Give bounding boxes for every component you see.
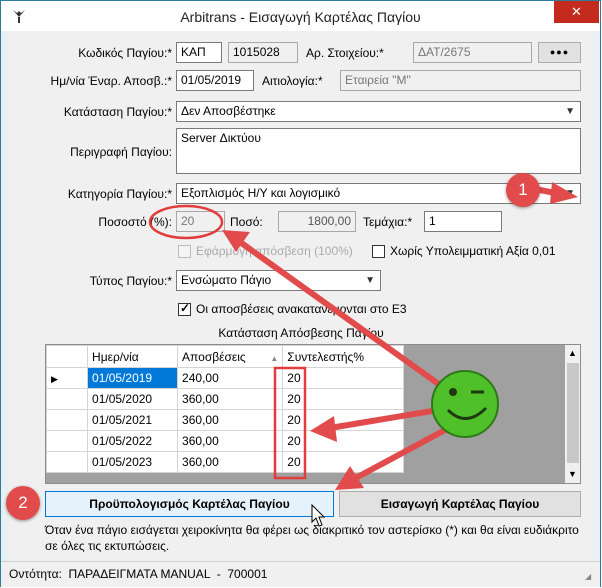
ellipsis-icon: ●●● <box>549 47 570 57</box>
code-label: Κωδικός Παγίου:* <box>78 46 172 60</box>
percent-label: Ποσοστό (%): <box>98 215 172 229</box>
percent-field[interactable]: 20 <box>176 211 225 232</box>
col-date-header[interactable]: Ημερ/νία <box>87 345 179 368</box>
chevron-down-icon: ▼ <box>365 275 375 286</box>
table-row[interactable]: 01/05/2022 360,00 20 <box>46 430 404 452</box>
pieces-label: Τεμάχια:* <box>363 215 413 229</box>
scroll-up-icon[interactable]: ▲ <box>568 348 577 358</box>
desc-label: Περιγραφή Παγίου: <box>70 145 172 159</box>
callout-badge-1: 1 <box>506 173 540 207</box>
no-residual-label: Χωρίς Υπολειμματική Αξία 0,01 <box>390 244 556 258</box>
table-row[interactable]: 01/05/2021 360,00 20 <box>46 409 404 431</box>
item-no-field[interactable]: ΔΑΤ/2675 <box>413 42 532 63</box>
scroll-thumb[interactable] <box>567 363 579 463</box>
cell-rate[interactable]: 20 <box>282 409 404 431</box>
cell-rate[interactable]: 20 <box>282 388 404 410</box>
cell-amount[interactable]: 360,00 <box>177 430 284 452</box>
table-row[interactable]: 01/05/2023 360,00 20 <box>46 451 404 473</box>
cell-date[interactable]: 01/05/2021 <box>87 409 179 431</box>
status-label: Κατάσταση Παγίου:* <box>63 105 172 119</box>
category-label: Κατηγορία Παγίου:* <box>67 187 172 201</box>
amount-label: Ποσό: <box>230 215 263 229</box>
date-label: Ημ/νία Έναρ. Αποσβ.:* <box>50 74 172 88</box>
reason-label: Αιτιολογία:* <box>262 74 323 88</box>
reason-field[interactable]: Εταιρεία "Μ" <box>340 70 581 91</box>
manual-entry-note: Όταν ένα πάγιο εισάγεται χειροκίνητα θα … <box>45 523 579 553</box>
date-field[interactable]: 01/05/2019 <box>176 70 254 91</box>
col-amount-header[interactable]: Αποσβέσεις ▲ <box>177 345 284 368</box>
table-row[interactable]: ▶ 01/05/2019 240,00 20 <box>46 367 404 389</box>
cell-date[interactable]: 01/05/2019 <box>87 367 179 389</box>
status-select[interactable]: Δεν Αποσβέστηκε ▼ <box>176 101 581 122</box>
cell-date[interactable]: 01/05/2020 <box>87 388 179 410</box>
vertical-scrollbar[interactable]: ▲ ▼ <box>565 345 580 483</box>
type-label: Τύπος Παγίου:* <box>89 274 172 288</box>
current-row-indicator-icon: ▶ <box>51 374 58 384</box>
desc-field[interactable]: Server Δικτύου <box>176 128 581 174</box>
status-bar: Οντότητα: ΠΑΡΑΔΕΙΓΜΑΤΑ MANUAL - 700001 ◢ <box>1 561 600 587</box>
cell-amount[interactable]: 360,00 <box>177 388 284 410</box>
item-no-label: Αρ. Στοιχείου:* <box>306 46 384 60</box>
no-residual-checkbox[interactable] <box>372 245 385 258</box>
col-rate-header[interactable]: Συντελεστής% <box>282 345 404 368</box>
code-prefix-field[interactable]: ΚΑΠ <box>176 42 222 63</box>
window-title: Arbitrans - Εισαγωγή Καρτέλας Παγίου <box>180 9 421 25</box>
chevron-down-icon: ▼ <box>565 106 575 117</box>
cell-date[interactable]: 01/05/2023 <box>87 451 179 473</box>
cell-rate[interactable]: 20 <box>282 451 404 473</box>
title-bar: Arbitrans - Εισαγωγή Καρτέλας Παγίου ✕ <box>1 1 600 31</box>
cell-amount[interactable]: 240,00 <box>177 367 284 389</box>
cell-date[interactable]: 01/05/2022 <box>87 430 179 452</box>
e3-checkbox[interactable] <box>178 301 191 316</box>
grid-header-row: Ημερ/νία Αποσβέσεις ▲ Συντελεστής% <box>46 345 404 368</box>
depreciation-grid: Ημερ/νία Αποσβέσεις ▲ Συντελεστής% ▶ 01/… <box>45 344 581 484</box>
resize-grip-icon[interactable]: ◢ <box>585 572 591 581</box>
insert-button[interactable]: Εισαγωγή Καρτέλας Παγίου <box>339 491 581 517</box>
table-row[interactable]: 01/05/2020 360,00 20 <box>46 388 404 410</box>
status-value: Δεν Αποσβέστηκε <box>181 104 276 118</box>
close-button[interactable]: ✕ <box>554 1 599 23</box>
grid-caption: Κατάσταση Απόσβεσης Παγίου <box>218 326 384 340</box>
apply-depr-checkbox[interactable] <box>178 245 191 258</box>
callout-badge-2: 2 <box>6 486 40 520</box>
pieces-field[interactable]: 1 <box>424 211 502 232</box>
budget-button[interactable]: Προϋπολογισμός Καρτέλας Παγίου <box>45 491 334 517</box>
type-value: Ενσώματο Πάγιο <box>181 273 272 287</box>
amount-field[interactable]: 1800,00 <box>278 211 356 232</box>
scroll-down-icon[interactable]: ▼ <box>568 469 577 479</box>
chevron-down-icon: ▼ <box>565 188 575 199</box>
apply-depr-label: Εφάρμογή απόσβεση (100%) <box>196 244 353 258</box>
status-text: Οντότητα: ΠΑΡΑΔΕΙΓΜΑΤΑ MANUAL - 700001 <box>9 567 268 581</box>
sort-ascending-icon: ▲ <box>270 353 279 363</box>
type-select[interactable]: Ενσώματο Πάγιο ▼ <box>176 270 381 291</box>
cell-rate[interactable]: 20 <box>282 367 404 389</box>
cell-amount[interactable]: 360,00 <box>177 409 284 431</box>
close-icon: ✕ <box>571 4 582 19</box>
code-number-field[interactable]: 1015028 <box>228 42 298 63</box>
cell-rate[interactable]: 20 <box>282 430 404 452</box>
category-value: Εξοπλισμός Η/Υ και λογισμικό <box>181 186 341 200</box>
more-button[interactable]: ●●● <box>538 42 581 63</box>
e3-label: Οι αποσβέσεις ανακατανέμονται στο Ε3 <box>196 302 407 316</box>
cell-amount[interactable]: 360,00 <box>177 451 284 473</box>
